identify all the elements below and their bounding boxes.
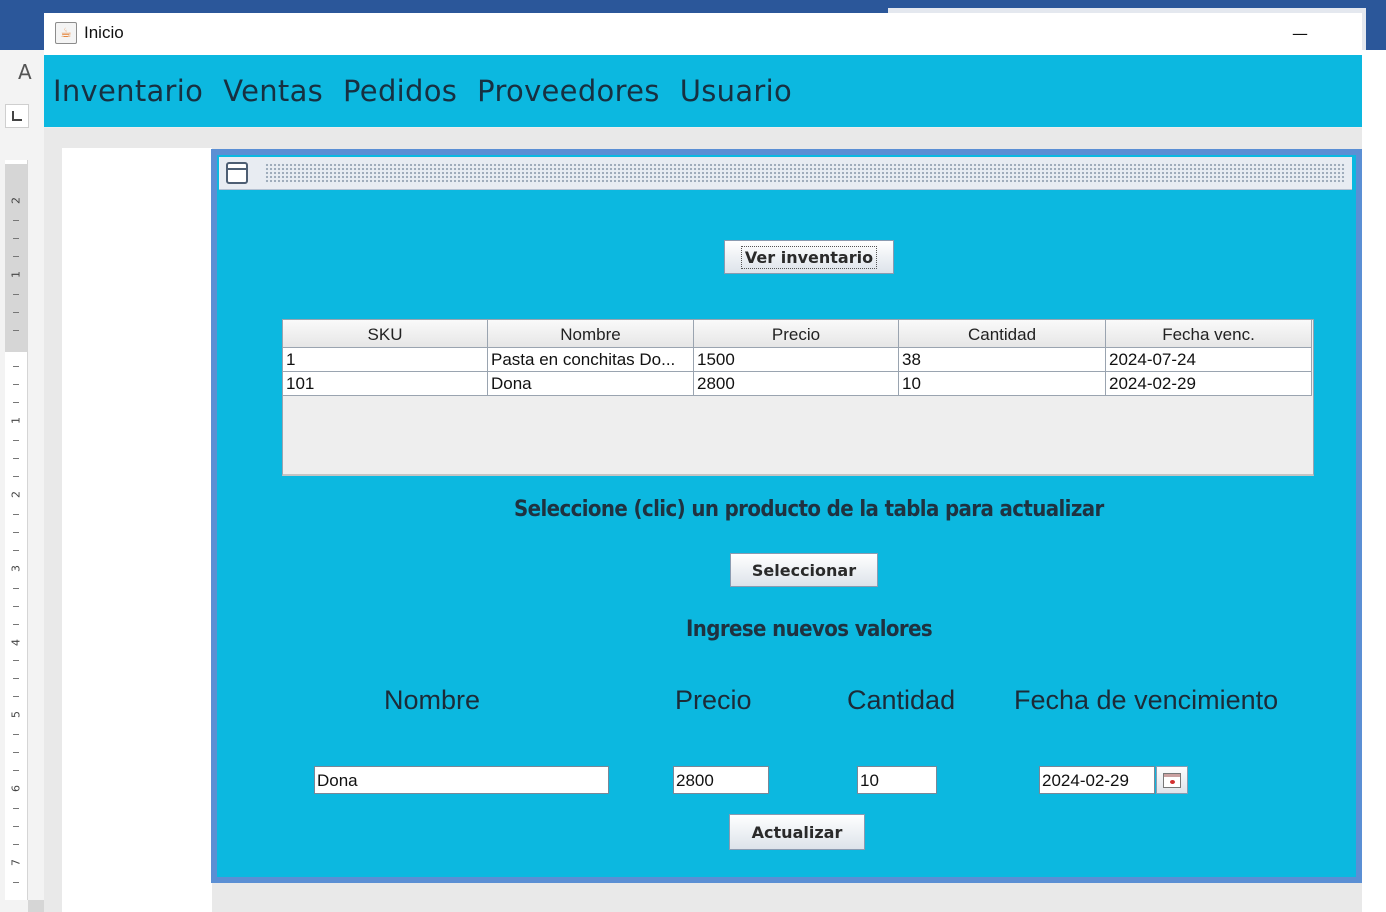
table-cell: 2024-07-24 [1106, 348, 1312, 372]
date-picker-button[interactable] [1156, 766, 1188, 794]
table-header: SKU Nombre Precio Cantidad Fecha venc. [283, 320, 1312, 348]
column-header-cantidad[interactable]: Cantidad [899, 320, 1106, 348]
ruler-tick [13, 808, 19, 809]
select-instruction-text: Seleccione (clic) un producto de la tabl… [514, 497, 1104, 522]
cantidad-label: Cantidad [847, 685, 956, 715]
ruler-tick [13, 476, 19, 477]
ruler-tick [13, 532, 19, 533]
ruler-tick [13, 734, 19, 735]
fecha-vencimiento-label: Fecha de vencimiento [1014, 685, 1279, 715]
ruler-number: 2 [9, 491, 23, 498]
titlebar-grip-pattern [265, 163, 1345, 183]
vertical-ruler: 2 1 1 2 3 4 5 6 7 [5, 160, 28, 900]
table-cell: 2800 [694, 372, 899, 396]
table-cell: 1 [283, 348, 488, 372]
ruler-tick [13, 826, 19, 827]
ruler-number: 6 [9, 785, 23, 792]
window-title: Inicio [84, 23, 124, 42]
column-header-nombre[interactable]: Nombre [488, 320, 694, 348]
window-titlebar: ☕ Inicio — [44, 13, 1362, 55]
actualizar-button[interactable]: Actualizar [729, 814, 865, 850]
table-cell: Pasta en conchitas Do... [488, 348, 694, 372]
minimize-button[interactable]: — [1280, 21, 1320, 45]
cantidad-input[interactable]: 10 [857, 766, 937, 794]
table-cell: 38 [899, 348, 1106, 372]
ver-inventario-label: Ver inventario [740, 245, 878, 269]
precio-label: Precio [675, 685, 752, 715]
app-window: ☕ Inicio — Inventario Ventas Pedidos Pro… [44, 13, 1362, 912]
ruler-number: 5 [9, 711, 23, 718]
nombre-label: Nombre [384, 685, 481, 715]
table-cell: 10 [899, 372, 1106, 396]
internal-frame-titlebar[interactable] [219, 157, 1352, 190]
ruler-number: 4 [9, 639, 23, 646]
menu-bar: Inventario Ventas Pedidos Proveedores Us… [44, 55, 1362, 127]
ruler-tick [13, 770, 19, 771]
ruler-number: 1 [9, 271, 23, 278]
menu-usuario[interactable]: Usuario [680, 74, 792, 108]
ruler-tick [13, 440, 19, 441]
ruler-tick [13, 402, 19, 403]
ruler-margin-shade [5, 164, 27, 352]
column-header-fecha[interactable]: Fecha venc. [1106, 320, 1312, 348]
internal-frame-content: Ver inventario SKU Nombre Precio Cantida… [217, 155, 1356, 877]
ruler-tick [13, 514, 19, 515]
java-cup-icon: ☕ [55, 22, 77, 44]
column-header-sku[interactable]: SKU [283, 320, 488, 348]
internal-frame-inventory: Ver inventario SKU Nombre Precio Cantida… [211, 149, 1362, 883]
menu-ventas[interactable]: Ventas [223, 74, 323, 108]
new-values-heading: Ingrese nuevos valores [686, 617, 933, 642]
ruler-tick [13, 752, 19, 753]
ruler-number: 7 [9, 859, 23, 866]
ruler-tick [13, 366, 19, 367]
fecha-vencimiento-input[interactable]: 2024-02-29 [1039, 766, 1155, 794]
ruler-tick [13, 606, 19, 607]
ruler-tick [13, 312, 19, 313]
ruler-tick [13, 550, 19, 551]
menu-pedidos[interactable]: Pedidos [343, 74, 457, 108]
ruler-number: 2 [9, 197, 23, 204]
tab-stop-selector[interactable] [5, 104, 29, 128]
ruler-number: 3 [9, 565, 23, 572]
menu-inventario[interactable]: Inventario [53, 74, 203, 108]
seleccionar-button[interactable]: Seleccionar [730, 553, 878, 587]
ruler-tick [13, 624, 19, 625]
desktop-pane-left [62, 148, 212, 912]
ruler-tick [13, 588, 19, 589]
table-row[interactable]: 1 Pasta en conchitas Do... 1500 38 2024-… [283, 348, 1312, 372]
ruler-tick [13, 844, 19, 845]
ruler-tick [13, 330, 19, 331]
table-cell: 2024-02-29 [1106, 372, 1312, 396]
ruler-tick [13, 678, 19, 679]
ruler-tick [13, 384, 19, 385]
background-toolbar-letter: A [18, 60, 32, 84]
table-cell: Dona [488, 372, 694, 396]
inventory-table[interactable]: SKU Nombre Precio Cantidad Fecha venc. 1… [282, 319, 1314, 476]
column-header-precio[interactable]: Precio [694, 320, 899, 348]
ruler-tick [13, 882, 19, 883]
table-row[interactable]: 101 Dona 2800 10 2024-02-29 [283, 372, 1312, 396]
nombre-input[interactable]: Dona [314, 766, 609, 794]
menu-proveedores[interactable]: Proveedores [477, 74, 660, 108]
ruler-tick [13, 256, 19, 257]
table-cell: 1500 [694, 348, 899, 372]
ruler-tick [13, 294, 19, 295]
ruler-tick [13, 458, 19, 459]
precio-input[interactable]: 2800 [673, 766, 769, 794]
ruler-tick [13, 238, 19, 239]
ruler-tick [13, 696, 19, 697]
ver-inventario-button[interactable]: Ver inventario [724, 240, 894, 274]
ruler-tick [13, 660, 19, 661]
calendar-icon [1163, 772, 1181, 788]
ruler-number: 1 [9, 417, 23, 424]
ruler-tick [13, 220, 19, 221]
table-cell: 101 [283, 372, 488, 396]
frame-window-icon [226, 162, 248, 184]
